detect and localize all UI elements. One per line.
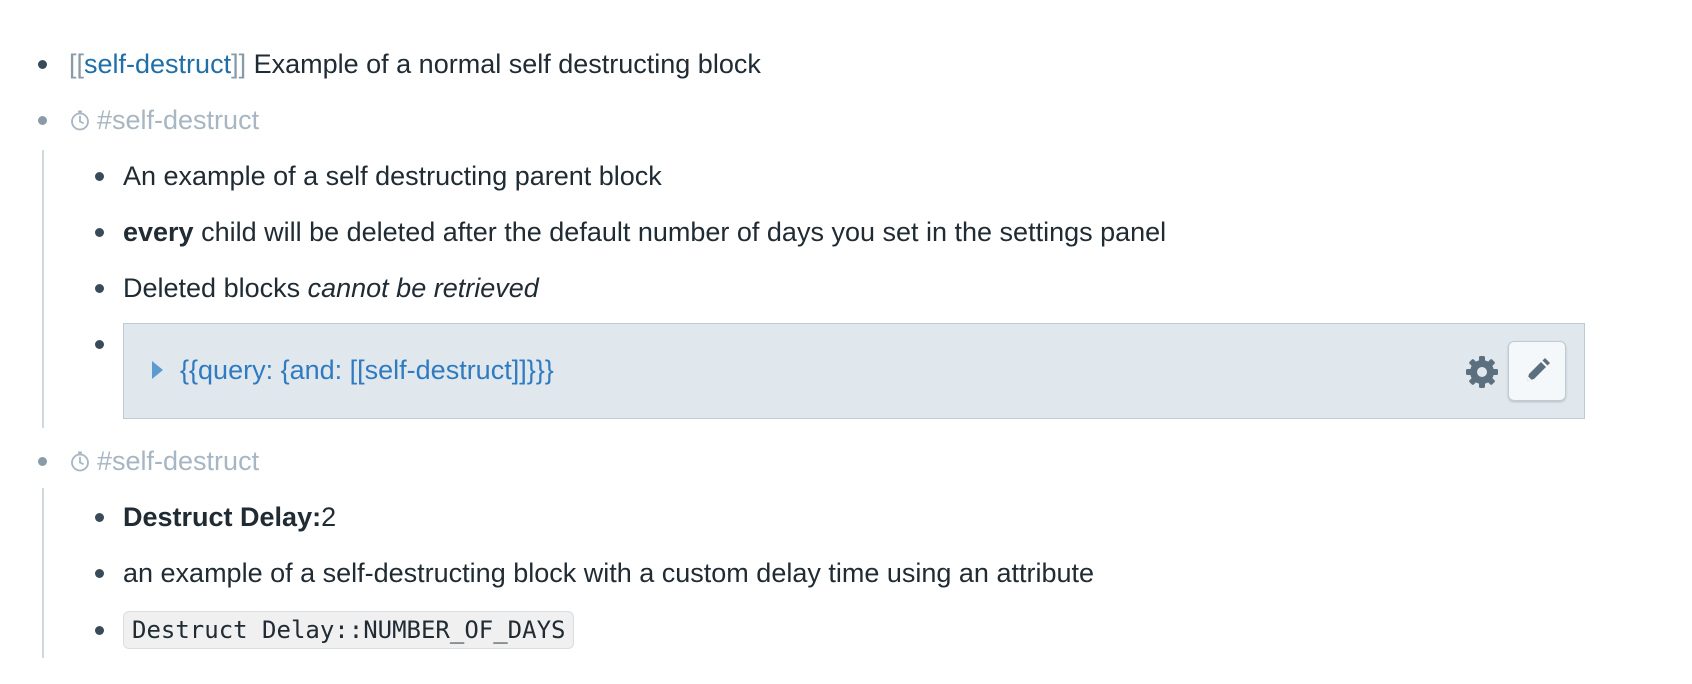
children-thread-line[interactable] (42, 150, 44, 428)
child-block-destruct-delay-attribute[interactable]: Destruct Delay: 2 (123, 497, 336, 537)
stopwatch-icon (71, 451, 89, 472)
child-bullet[interactable] (95, 228, 104, 237)
block-self-destruct-parent[interactable]: #self-destruct (69, 100, 259, 140)
self-destruct-tag[interactable]: #self-destruct (69, 441, 259, 481)
block-text: An example of a self destructing parent … (123, 161, 662, 191)
child-block-parent-example[interactable]: An example of a self destructing parent … (123, 156, 662, 196)
bold-text: every (123, 217, 194, 247)
italic-text: cannot be retrieved (307, 273, 539, 303)
query-title[interactable]: {{query: {and: [[self-destruct]]}}} (180, 350, 554, 390)
child-bullet[interactable] (95, 513, 104, 522)
child-bullet[interactable] (95, 284, 104, 293)
children-thread-line[interactable] (42, 488, 44, 658)
inline-code: Destruct Delay::NUMBER_OF_DAYS (123, 611, 575, 649)
stopwatch-icon (71, 110, 89, 131)
child-bullet[interactable] (95, 340, 104, 349)
query-block[interactable]: {{query: {and: [[self-destruct]]}}} (123, 323, 1585, 419)
child-block-custom-delay-example[interactable]: an example of a self-destructing block w… (123, 553, 1094, 593)
block-text: child will be deleted after the default … (193, 217, 1167, 247)
block-self-destruct-custom-delay[interactable]: #self-destruct (69, 441, 259, 481)
page-ref-open-bracket: [[ (69, 49, 85, 79)
child-bullet[interactable] (95, 172, 104, 181)
block-bullet[interactable] (38, 60, 47, 69)
query-expand-toggle[interactable] (152, 361, 163, 379)
block-bullet[interactable] (38, 457, 47, 466)
edit-query-button[interactable] (1508, 341, 1566, 401)
child-bullet[interactable] (95, 626, 104, 635)
tag-label: #self-destruct (97, 105, 260, 135)
attribute-name[interactable]: Destruct Delay: (123, 497, 321, 537)
block-bullet[interactable] (38, 116, 47, 125)
child-block-deleted-blocks[interactable]: Deleted blocks cannot be retrieved (123, 268, 539, 308)
child-block-code-example[interactable]: Destruct Delay::NUMBER_OF_DAYS (123, 610, 575, 650)
block-text: Example of a normal self destructing blo… (246, 49, 761, 79)
block-normal-self-destruct[interactable]: [[ self-destruct ]] Example of a normal … (69, 44, 761, 84)
gear-icon[interactable] (1464, 354, 1500, 390)
pencil-icon (1527, 358, 1550, 381)
self-destruct-tag[interactable]: #self-destruct (69, 100, 259, 140)
page-ref-link[interactable]: self-destruct (84, 44, 231, 84)
child-bullet[interactable] (95, 569, 104, 578)
page-ref-close-bracket: ]] (231, 49, 247, 79)
tag-label: #self-destruct (97, 446, 260, 476)
child-block-every-child[interactable]: every child will be deleted after the de… (123, 212, 1166, 252)
page-outline: [[ self-destruct ]] Example of a normal … (0, 0, 1692, 684)
attribute-value: 2 (321, 502, 337, 532)
block-text: Deleted blocks (123, 273, 308, 303)
block-text: an example of a self-destructing block w… (123, 558, 1094, 588)
